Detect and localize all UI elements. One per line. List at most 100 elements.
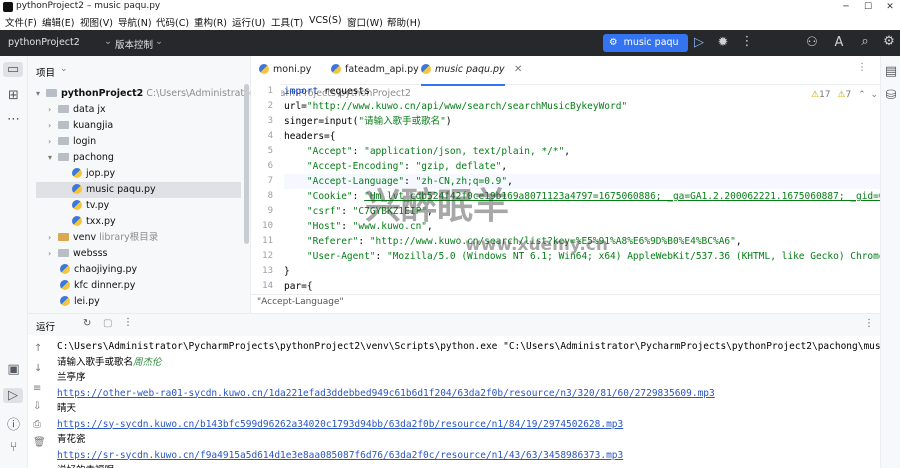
console-link[interactable]: https://sr-sycdn.kuwo.cn/f9a4915a5d614d1… bbox=[57, 448, 623, 463]
console-line: 晴天 bbox=[57, 403, 77, 414]
code-editor[interactable]: import requests url="http://www.kuwo.cn/a… bbox=[284, 84, 880, 294]
soft-wrap-icon[interactable]: ≡ bbox=[33, 383, 41, 394]
tree-item-txx[interactable]: txx.py bbox=[72, 214, 116, 230]
stop-icon[interactable]: ▢ bbox=[103, 318, 112, 329]
tab-label: moni.py bbox=[273, 64, 312, 75]
more-tabs-icon[interactable]: ⋮ bbox=[857, 62, 867, 73]
menu-edit[interactable]: 编辑(E) bbox=[42, 15, 74, 29]
run-icon[interactable]: ▷ bbox=[690, 35, 708, 50]
chevron-right-icon: › bbox=[48, 105, 52, 114]
terminal-icon[interactable]: ▣ bbox=[0, 362, 27, 377]
more-options-icon[interactable]: ⋮ bbox=[738, 34, 756, 49]
window-title: pythonProject2 – music paqu.py bbox=[16, 1, 161, 11]
debug-icon[interactable]: ✹ bbox=[714, 35, 732, 50]
more-options-icon[interactable]: ⋮ bbox=[123, 317, 133, 328]
menu-vcs[interactable]: VCS(S) bbox=[309, 15, 342, 26]
console-link[interactable]: https://other-web-ra01-sycdn.kuwo.cn/1da… bbox=[57, 386, 715, 401]
search-icon[interactable]: ⌕ bbox=[856, 34, 874, 49]
menu-file[interactable]: 文件(F) bbox=[5, 15, 37, 29]
console-link[interactable]: https://sy-sycdn.kuwo.cn/b143bfc599d9626… bbox=[57, 417, 623, 432]
add-user-icon[interactable]: ⚇ bbox=[803, 35, 821, 50]
console-line: 青花瓷 bbox=[57, 434, 86, 445]
chevron-down-icon[interactable]: ⌄ bbox=[155, 36, 163, 47]
chevron-right-icon: › bbox=[48, 137, 52, 146]
minimize-icon[interactable]: ─ bbox=[838, 0, 854, 14]
menu-help[interactable]: 帮助(H) bbox=[387, 15, 421, 29]
menu-tools[interactable]: 工具(T) bbox=[271, 15, 303, 29]
code-line: "Referer": "http://www.kuwo.cn/search/li… bbox=[306, 236, 742, 247]
menu-view[interactable]: 视图(V) bbox=[80, 15, 113, 29]
project-panel: 项目 ⌄ ▾pythonProject2 C:\Users\Administra… bbox=[28, 56, 411, 313]
tree-item-tv[interactable]: tv.py bbox=[72, 198, 109, 214]
code-line: singer=input("请输入歌手或歌名") bbox=[284, 116, 452, 127]
breadcrumb-item[interactable]: "Accept-Language" bbox=[257, 297, 344, 307]
chevron-right-icon: › bbox=[48, 249, 52, 258]
tree-item-label: lei.py bbox=[74, 296, 100, 307]
code-line: "Accept-Language": "zh-CN,zh;q=0.9", bbox=[306, 176, 513, 187]
scroll-to-end-icon[interactable]: ⇩ bbox=[33, 401, 41, 412]
python-file-icon bbox=[60, 264, 70, 274]
tree-item-kfc-dinner[interactable]: kfc dinner.py bbox=[60, 278, 135, 294]
tree-item-login[interactable]: › login bbox=[48, 134, 96, 150]
tree-item-jop[interactable]: jop.py bbox=[72, 166, 115, 182]
settings-icon[interactable]: ⚙ bbox=[880, 34, 898, 49]
project-selector[interactable]: pythonProject2 bbox=[8, 37, 80, 48]
arrow-up-icon[interactable]: ↑ bbox=[34, 343, 42, 354]
root-name: pythonProject2 bbox=[61, 88, 144, 99]
tree-item-pachong[interactable]: ▾ pachong bbox=[48, 150, 114, 166]
line-number: 12 bbox=[262, 251, 273, 261]
python-file-icon bbox=[60, 296, 70, 306]
notifications-icon[interactable]: ▤ bbox=[881, 64, 900, 79]
tree-item-label: login bbox=[73, 136, 97, 147]
project-panel-title: 项目 bbox=[36, 68, 56, 79]
project-scrollbar[interactable] bbox=[244, 84, 249, 244]
git-icon[interactable]: ⑂ bbox=[0, 440, 27, 455]
menu-refactor[interactable]: 重构(R) bbox=[194, 15, 227, 29]
menu-run[interactable]: 运行(U) bbox=[232, 15, 265, 29]
tree-item-venv[interactable]: › venv library根目录 bbox=[48, 230, 158, 246]
tree-root[interactable]: ▾pythonProject2 C:\Users\Administrator\P… bbox=[36, 86, 411, 102]
run-config-label: music paqu bbox=[623, 37, 679, 48]
chevron-down-icon[interactable]: ⌄ bbox=[104, 36, 112, 47]
tree-item-music-paqu[interactable]: music paqu.py bbox=[36, 182, 241, 198]
run-configuration-selector[interactable]: ⚙ music paqu ⌄ bbox=[603, 34, 688, 66]
tree-item-websss[interactable]: › websss bbox=[48, 246, 108, 262]
line-number: 10 bbox=[262, 221, 273, 231]
menu-navigate[interactable]: 导航(N) bbox=[118, 15, 152, 29]
translate-icon[interactable]: A bbox=[830, 35, 848, 50]
code-line: "Accept": "application/json, text/plain,… bbox=[306, 146, 571, 157]
delete-icon[interactable]: 🗑 bbox=[33, 437, 46, 448]
more-options-icon[interactable]: ⋮ bbox=[864, 318, 874, 329]
close-icon[interactable]: ✕ bbox=[882, 0, 898, 14]
tree-item-data-jx[interactable]: › data jx bbox=[48, 102, 106, 118]
print-icon[interactable]: ⎙ bbox=[33, 419, 41, 430]
tab-moni[interactable]: moni.py bbox=[259, 56, 311, 84]
editor-breadcrumb: "Accept-Language" bbox=[251, 294, 880, 311]
tab-music-paqu[interactable]: music paqu.py bbox=[421, 56, 505, 86]
chevron-right-icon: › bbox=[48, 121, 52, 130]
maximize-icon[interactable]: ☐ bbox=[860, 0, 876, 14]
vcs-selector[interactable]: 版本控制 bbox=[115, 37, 153, 51]
tab-fateadm-api[interactable]: fateadm_api.py bbox=[331, 56, 419, 84]
tree-item-chaojiying[interactable]: chaojiying.py bbox=[60, 262, 137, 278]
code-line: "csrf": "C7GYBKZ1EIP", bbox=[306, 206, 433, 217]
tree-item-lei[interactable]: lei.py bbox=[60, 294, 100, 310]
menu-code[interactable]: 代码(C) bbox=[156, 15, 189, 29]
structure-icon[interactable]: ⊞ bbox=[0, 88, 27, 103]
database-icon[interactable]: ⛁ bbox=[881, 88, 900, 103]
console-prompt: 请输入歌手或歌名周杰伦 bbox=[57, 356, 162, 368]
tree-item-kuangjia[interactable]: › kuangjia bbox=[48, 118, 113, 134]
problems-icon[interactable]: ⓘ bbox=[0, 414, 27, 433]
folder-icon[interactable]: ▭ bbox=[3, 62, 23, 77]
line-number: 11 bbox=[262, 236, 273, 246]
rerun-icon[interactable]: ↻ bbox=[83, 318, 91, 329]
run-console[interactable]: C:\Users\Administrator\PycharmProjects\p… bbox=[57, 335, 880, 468]
more-tools-icon[interactable]: ⋯ bbox=[0, 112, 27, 127]
menu-bar: 文件(F) 编辑(E) 视图(V) 导航(N) 代码(C) 重构(R) 运行(U… bbox=[0, 14, 900, 30]
chevron-down-icon: ▾ bbox=[48, 153, 53, 162]
chevron-down-icon[interactable]: ⌄ bbox=[60, 64, 68, 74]
close-tab-icon[interactable]: ✕ bbox=[514, 64, 522, 75]
arrow-down-icon[interactable]: ↓ bbox=[34, 363, 42, 374]
menu-window[interactable]: 窗口(W) bbox=[347, 15, 383, 29]
run-tool-icon[interactable]: ▷ bbox=[3, 388, 23, 403]
